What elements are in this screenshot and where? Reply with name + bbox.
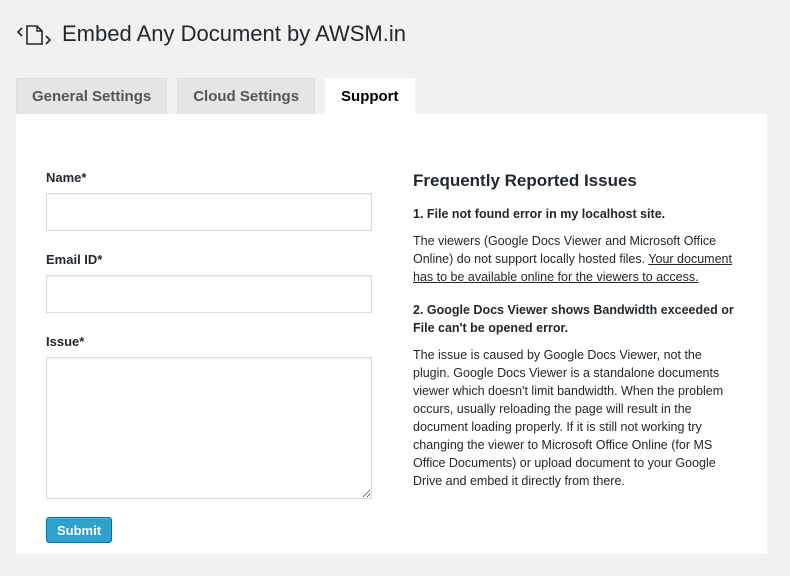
support-form: Name* Email ID* Issue* Submit bbox=[46, 170, 372, 543]
document-embed-icon bbox=[16, 20, 56, 48]
page-header: Embed Any Document by AWSM.in bbox=[16, 20, 406, 48]
email-input[interactable] bbox=[46, 275, 372, 313]
page-title: Embed Any Document by AWSM.in bbox=[62, 21, 406, 46]
settings-tabs: General Settings Cloud Settings Support bbox=[16, 78, 415, 114]
tab-support[interactable]: Support bbox=[325, 78, 415, 114]
issue-label: Issue* bbox=[46, 334, 85, 349]
email-label: Email ID* bbox=[46, 252, 103, 267]
faq-question-1: 1. File not found error in my localhost … bbox=[413, 207, 666, 221]
faq-answer-2: The issue is caused by Google Docs Viewe… bbox=[413, 348, 724, 488]
issue-textarea[interactable] bbox=[46, 357, 372, 499]
name-label: Name* bbox=[46, 170, 87, 185]
tab-cloud-settings[interactable]: Cloud Settings bbox=[177, 78, 316, 114]
faq-question-2: 2. Google Docs Viewer shows Bandwidth ex… bbox=[413, 303, 734, 335]
tab-general-settings[interactable]: General Settings bbox=[16, 78, 168, 114]
name-input[interactable] bbox=[46, 193, 372, 231]
faq-title: Frequently Reported Issues bbox=[413, 171, 637, 190]
submit-button[interactable]: Submit bbox=[46, 517, 113, 543]
settings-page: Embed Any Document by AWSM.in General Se… bbox=[0, 0, 790, 576]
faq-answer-1: The viewers (Google Docs Viewer and Micr… bbox=[413, 232, 739, 286]
support-panel: Name* Email ID* Issue* Submit Frequently… bbox=[16, 114, 767, 554]
faq-section: Frequently Reported Issues 1. File not f… bbox=[413, 170, 739, 490]
